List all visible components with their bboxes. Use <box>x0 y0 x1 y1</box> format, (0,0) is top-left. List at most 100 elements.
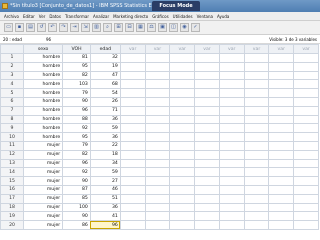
row-number[interactable]: 16 <box>0 184 25 195</box>
menu-item-9[interactable]: Ventana <box>195 12 215 20</box>
cell-empty[interactable] <box>293 132 319 142</box>
cell-voh[interactable]: 85 <box>62 193 91 204</box>
cell-empty[interactable] <box>293 123 319 134</box>
cell-empty[interactable] <box>293 158 319 169</box>
cell-empty[interactable] <box>144 184 171 195</box>
variables-icon[interactable]: ▥ <box>92 23 101 32</box>
cell-empty[interactable] <box>194 167 220 178</box>
cell-sexo[interactable]: mujer <box>23 176 64 186</box>
cell-sexo[interactable]: mujer <box>23 167 64 178</box>
cell-empty[interactable] <box>243 96 270 107</box>
cell-edad[interactable]: 34 <box>89 158 121 169</box>
cell-edad[interactable]: 18 <box>89 149 121 160</box>
cell-empty[interactable] <box>169 211 196 222</box>
cell-empty[interactable] <box>119 176 146 186</box>
cell-empty[interactable] <box>194 53 220 63</box>
cell-empty[interactable] <box>194 211 220 222</box>
cell-empty[interactable] <box>293 176 319 186</box>
cell-empty[interactable] <box>293 220 319 230</box>
cell-empty[interactable] <box>169 70 196 81</box>
cell-empty[interactable] <box>243 193 270 204</box>
cell-empty[interactable] <box>119 202 146 213</box>
find-icon[interactable]: ⌕ <box>103 23 112 32</box>
cell-empty[interactable] <box>144 158 171 169</box>
cell-empty[interactable] <box>194 61 220 72</box>
cell-empty[interactable] <box>218 167 245 178</box>
cell-edad[interactable]: 36 <box>89 202 121 213</box>
cell-empty[interactable] <box>293 193 319 204</box>
insert-cases-icon[interactable]: ⊞ <box>114 23 123 32</box>
cell-empty[interactable] <box>169 167 196 178</box>
cell-empty[interactable] <box>243 149 270 160</box>
cell-empty[interactable] <box>119 114 146 125</box>
cell-empty[interactable] <box>268 61 295 72</box>
cell-empty[interactable] <box>119 158 146 169</box>
cell-voh[interactable]: 100 <box>62 202 91 213</box>
cell-empty[interactable] <box>243 167 270 178</box>
cell-empty[interactable] <box>243 140 270 151</box>
cell-voh[interactable]: 95 <box>62 132 91 142</box>
column-header-sexo[interactable]: sexo <box>23 44 64 54</box>
cell-sexo[interactable]: mujer <box>23 140 64 151</box>
cell-empty[interactable] <box>243 184 270 195</box>
value-labels-icon[interactable]: ◫ <box>169 23 178 32</box>
goto-variable-icon[interactable]: ⇲ <box>81 23 90 32</box>
cell-voh[interactable]: 86 <box>62 220 91 230</box>
cell-empty[interactable] <box>268 211 295 222</box>
redo-icon[interactable]: ↷ <box>59 23 68 32</box>
cell-sexo[interactable]: hombre <box>23 96 64 107</box>
cell-empty[interactable] <box>194 96 220 107</box>
cell-empty[interactable] <box>194 220 220 230</box>
cell-voh[interactable]: 79 <box>62 140 91 151</box>
cell-empty[interactable] <box>243 176 270 186</box>
cell-empty[interactable] <box>194 149 220 160</box>
cell-empty[interactable] <box>144 96 171 107</box>
menu-item-3[interactable]: Datos <box>47 12 63 20</box>
cell-empty[interactable] <box>144 220 171 230</box>
cell-sexo[interactable]: hombre <box>23 88 64 98</box>
cell-empty[interactable] <box>119 140 146 151</box>
cell-empty[interactable] <box>293 61 319 72</box>
cell-voh[interactable]: 90 <box>62 176 91 186</box>
cell-empty[interactable] <box>169 176 196 186</box>
cell-empty[interactable] <box>169 158 196 169</box>
cell-edad[interactable]: 26 <box>89 96 121 107</box>
cell-empty[interactable] <box>119 123 146 134</box>
cell-empty[interactable] <box>268 88 295 98</box>
cell-empty[interactable] <box>218 61 245 72</box>
cell-empty[interactable] <box>293 202 319 213</box>
cell-empty[interactable] <box>119 149 146 160</box>
dialog-recall-icon[interactable]: ↺ <box>37 23 46 32</box>
cell-empty[interactable] <box>194 140 220 151</box>
cell-empty[interactable] <box>293 88 319 98</box>
cell-empty[interactable] <box>119 61 146 72</box>
row-number[interactable]: 8 <box>0 114 25 125</box>
row-number[interactable]: 10 <box>0 132 25 142</box>
cell-empty[interactable] <box>268 158 295 169</box>
cell-empty[interactable] <box>268 193 295 204</box>
cell-empty[interactable] <box>218 105 245 116</box>
undo-icon[interactable]: ↶ <box>48 23 57 32</box>
cell-empty[interactable] <box>268 114 295 125</box>
row-number[interactable]: 5 <box>0 88 25 98</box>
cell-empty[interactable] <box>169 114 196 125</box>
row-number[interactable]: 2 <box>0 61 25 72</box>
cell-empty[interactable] <box>144 114 171 125</box>
cell-empty[interactable] <box>144 132 171 142</box>
cell-empty[interactable] <box>243 114 270 125</box>
cell-empty[interactable] <box>218 158 245 169</box>
cell-voh[interactable]: 82 <box>62 70 91 81</box>
cell-value-editor[interactable]: 96 <box>46 36 51 44</box>
column-header-empty-var[interactable]: var <box>218 44 245 54</box>
cell-empty[interactable] <box>144 202 171 213</box>
cell-sexo[interactable]: mujer <box>23 193 64 204</box>
cell-empty[interactable] <box>243 70 270 81</box>
cell-edad[interactable]: 47 <box>89 70 121 81</box>
cell-empty[interactable] <box>293 114 319 125</box>
cell-empty[interactable] <box>293 149 319 160</box>
row-number[interactable]: 9 <box>0 123 25 134</box>
row-number[interactable]: 20 <box>0 220 25 230</box>
cell-voh[interactable]: 81 <box>62 53 91 63</box>
menu-item-1[interactable]: Editar <box>21 12 37 20</box>
cell-edad[interactable]: 59 <box>89 123 121 134</box>
